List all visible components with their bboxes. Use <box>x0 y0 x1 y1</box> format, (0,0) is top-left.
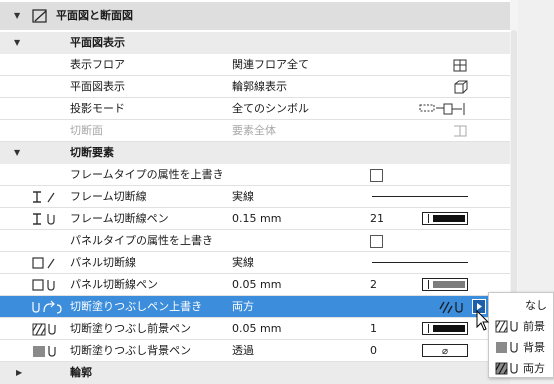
row-label: フレームタイプの属性を上書き <box>70 168 224 181</box>
override-panel-checkbox[interactable] <box>370 235 383 248</box>
menu-item-none[interactable]: なし <box>489 295 553 316</box>
fill-pen-override-icon <box>32 300 62 314</box>
row-frame-cut-line[interactable]: フレーム切断線 実線 <box>0 186 510 208</box>
foreground-pen-icon <box>495 320 518 333</box>
menu-item-foreground[interactable]: 前景 <box>489 316 553 337</box>
row-value[interactable]: 輪郭線表示 <box>232 76 287 98</box>
row-value[interactable]: 関連フロア全て <box>232 54 309 76</box>
section-floor-plan-display[interactable]: ▼ 平面図表示 <box>0 32 510 54</box>
row-value: 0.15 mm <box>232 212 282 225</box>
row-floor-plan-display[interactable]: 平面図表示 輪郭線表示 <box>0 76 510 98</box>
section-outline[interactable]: ▶ 輪郭 <box>0 362 510 384</box>
row-cut-fill-foreground-pen[interactable]: 切断塗りつぶし前景ペン 0.05 mm 1 <box>0 318 510 340</box>
transparent-pen-swatch[interactable]: ⌀ <box>422 344 468 357</box>
section-title: 平面図表示 <box>70 36 125 49</box>
frame-line-icon <box>33 191 55 203</box>
row-override-cut-fill-pens[interactable]: 切断塗りつぶしペン上書き 両方 <box>0 296 510 318</box>
panel-line-icon <box>32 257 55 269</box>
collapse-arrow-icon[interactable]: ▼ <box>14 32 20 54</box>
pen-color-swatch[interactable] <box>422 278 468 291</box>
collapse-arrow-icon[interactable]: ▼ <box>14 2 20 30</box>
row-value: 要素全体 <box>232 124 276 137</box>
projection-symbol-icon <box>419 103 465 115</box>
fill-foreground-pen-icon <box>32 323 56 336</box>
panel-pen-icon <box>32 279 55 291</box>
settings-panel: ▼ 平面図と断面図 ▼ 平面図表示 表示フロア 関連フロア全て 平面図表示 輪郭… <box>0 0 510 384</box>
row-panel-cut-line[interactable]: パネル切断線 実線 <box>0 252 510 274</box>
row-label: 表示フロア <box>70 58 125 71</box>
row-label: パネルタイプの属性を上書き <box>70 234 213 247</box>
row-value[interactable]: 全てのシンボル <box>232 98 309 120</box>
row-label: フレーム切断線 <box>70 190 147 203</box>
hatch-pen-icon <box>439 301 463 314</box>
row-panel-cut-line-pen[interactable]: パネル切断線ペン 0.05 mm 2 <box>0 274 510 296</box>
section-title: 輪郭 <box>70 366 92 379</box>
panel-title: 平面図と断面図 <box>56 9 133 22</box>
row-label: 投影モード <box>70 102 125 115</box>
expand-arrow-icon[interactable]: ▶ <box>16 362 22 384</box>
row-label: 平面図表示 <box>70 80 125 93</box>
row-label: 切断塗りつぶしペン上書き <box>70 300 203 313</box>
row-value: 0.05 mm <box>232 278 282 291</box>
row-override-panel-attributes[interactable]: パネルタイプの属性を上書き <box>0 230 510 252</box>
box-outline-icon <box>454 80 468 94</box>
row-label: 切断塗りつぶし背景ペン <box>70 344 192 357</box>
fill-pen-dropdown-menu: なし 前景 背景 両方 <box>488 292 554 378</box>
plan-section-icon <box>32 9 47 23</box>
menu-item-label: 背景 <box>523 341 545 354</box>
menu-item-both[interactable]: 両方 <box>489 358 553 379</box>
row-value[interactable]: 実線 <box>232 252 254 274</box>
transparent-symbol: ⌀ <box>441 346 449 357</box>
row-value: 0.05 mm <box>232 322 282 335</box>
row-show-on-stories[interactable]: 表示フロア 関連フロア全て <box>0 54 510 76</box>
row-projection-mode[interactable]: 投影モード 全てのシンボル <box>0 98 510 120</box>
background-pen-icon <box>496 342 518 353</box>
row-cut-surface: 切断面 要素全体 <box>0 120 510 142</box>
menu-item-label: 前景 <box>523 320 545 333</box>
row-frame-cut-line-pen[interactable]: フレーム切断線ペン 0.15 mm 21 <box>0 208 510 230</box>
pen-number[interactable]: 1 <box>370 318 377 340</box>
row-label: パネル切断線 <box>70 256 136 269</box>
story-stack-icon <box>453 59 467 72</box>
pen-number[interactable]: 2 <box>370 274 377 296</box>
section-title: 切断要素 <box>70 146 114 159</box>
pen-color-swatch[interactable] <box>422 212 468 225</box>
section-cut-elements[interactable]: ▼ 切断要素 <box>0 142 510 164</box>
collapse-arrow-icon[interactable]: ▼ <box>14 142 20 164</box>
row-label: 切断面 <box>70 124 103 137</box>
override-frame-checkbox[interactable] <box>370 169 383 182</box>
frame-pen-icon <box>33 213 55 225</box>
row-value[interactable]: 両方 <box>232 296 254 318</box>
pen-number[interactable]: 21 <box>370 208 384 230</box>
line-type-sample[interactable] <box>372 262 468 263</box>
mouse-cursor-icon <box>476 310 490 331</box>
row-value[interactable]: 実線 <box>232 186 254 208</box>
panel-header[interactable]: ▼ 平面図と断面図 <box>0 2 510 30</box>
fill-background-pen-icon <box>33 346 56 357</box>
row-override-frame-attributes[interactable]: フレームタイプの属性を上書き <box>0 164 510 186</box>
both-pens-icon <box>495 362 518 375</box>
row-cut-fill-background-pen[interactable]: 切断塗りつぶし背景ペン 透過 0 ⌀ <box>0 340 510 362</box>
menu-item-background[interactable]: 背景 <box>489 337 553 358</box>
row-label: 切断塗りつぶし前景ペン <box>70 322 192 335</box>
line-type-sample[interactable] <box>372 196 468 197</box>
row-value: 透過 <box>232 344 254 357</box>
pen-number[interactable]: 0 <box>370 340 377 362</box>
pen-color-swatch[interactable] <box>422 322 468 335</box>
menu-item-label: なし <box>525 299 547 312</box>
menu-item-label: 両方 <box>523 362 545 375</box>
row-label: フレーム切断線ペン <box>70 212 169 225</box>
row-label: パネル切断線ペン <box>70 278 158 291</box>
cut-plane-icon <box>454 125 467 137</box>
